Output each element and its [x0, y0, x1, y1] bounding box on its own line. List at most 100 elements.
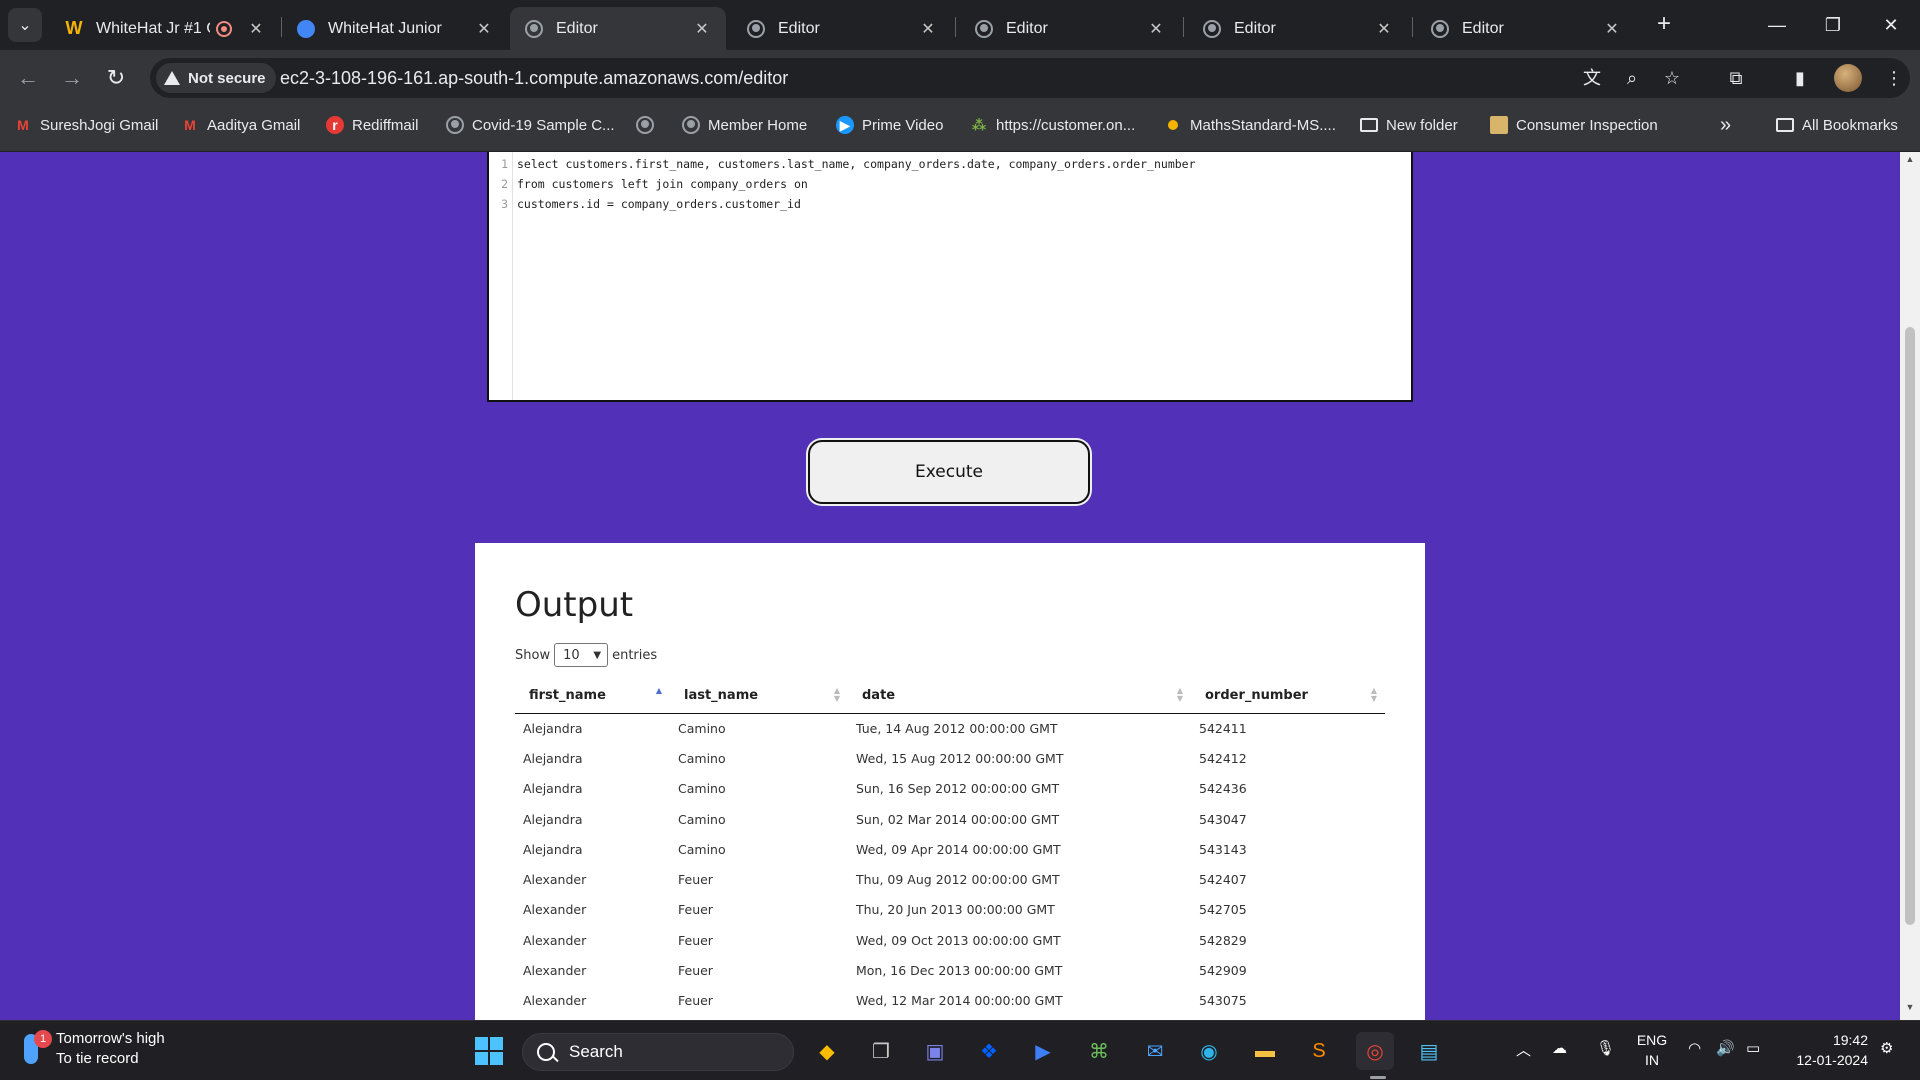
bookmark-rediffmail[interactable]: r Rediffmail	[326, 106, 418, 144]
reload-button[interactable]: ↻	[100, 62, 132, 94]
chrome-icon[interactable]: ◎	[1356, 1032, 1394, 1070]
battery-icon[interactable]: ▭	[1746, 1039, 1760, 1057]
side-panel-icon[interactable]: ▮	[1784, 62, 1816, 94]
volume-icon[interactable]: 🔊	[1716, 1039, 1735, 1057]
zoom-icon[interactable]: ⌕	[1618, 64, 1646, 92]
weather-widget[interactable]: 1 Tomorrow's high To tie record	[24, 1029, 165, 1069]
table-row[interactable]: Alejandra Camino Tue, 14 Aug 2012 00:00:00…	[515, 713, 1385, 743]
onedrive-icon[interactable]: ☁	[1552, 1039, 1567, 1057]
close-tab-icon[interactable]: ✕	[1374, 19, 1394, 39]
entries-select[interactable]: 10 ▼	[554, 643, 609, 667]
table-row[interactable]: Alexander Feuer Wed, 09 Oct 2013 00:00:00 …	[515, 925, 1385, 955]
scrollbar-thumb[interactable]	[1905, 327, 1915, 925]
sql-code-editor[interactable]: 1 2 3 select customers.first_name, custo…	[487, 152, 1413, 402]
minimize-button[interactable]: —	[1754, 8, 1800, 42]
close-tab-icon[interactable]: ✕	[692, 19, 712, 39]
close-tab-icon[interactable]: ✕	[918, 19, 938, 39]
tab-editor[interactable]: Editor ✕	[1416, 7, 1636, 50]
sublime-text-icon[interactable]: S	[1300, 1032, 1338, 1070]
language-indicator[interactable]: ENG IN	[1634, 1030, 1670, 1070]
bookmark-aaditya-gmail[interactable]: M Aaditya Gmail	[181, 106, 300, 144]
table-cell-first-name: Alejandra	[523, 750, 583, 766]
edge-icon[interactable]: ◉	[1190, 1032, 1228, 1070]
tab-editor[interactable]: Editor ✕	[1188, 7, 1408, 50]
scroll-up-arrow[interactable]: ▲	[1900, 154, 1920, 170]
tab-editor[interactable]: Editor ✕	[732, 7, 952, 50]
restore-button[interactable]: ❐	[1810, 8, 1856, 42]
all-bookmarks-button[interactable]: All Bookmarks	[1776, 106, 1898, 144]
code-line[interactable]: customers.id = company_orders.customer_i…	[517, 194, 1196, 214]
close-tab-icon[interactable]: ✕	[1146, 19, 1166, 39]
tab-whitehat-jr[interactable]: W WhiteHat Jr #1 C ✕	[50, 7, 280, 50]
bookmark-untitled[interactable]	[636, 106, 662, 144]
whitehat-favicon-icon: W	[65, 18, 83, 38]
bookmark-sureshjogi-gmail[interactable]: M SureshJogi Gmail	[14, 106, 158, 144]
back-button[interactable]: ←	[12, 62, 44, 94]
bookmark-new-folder[interactable]: New folder	[1360, 106, 1458, 144]
file-explorer-icon[interactable]: ▬	[1246, 1032, 1284, 1070]
tab-whitehat-junior[interactable]: WhiteHat Junior ✕	[282, 7, 508, 50]
column-header-last-name[interactable]: last_name ▲ ▼	[670, 679, 848, 714]
microphone-icon[interactable]: 🎙	[1596, 1039, 1615, 1057]
teams-icon[interactable]: ▣	[916, 1032, 954, 1070]
code-line[interactable]: from customers left join company_orders …	[517, 174, 1196, 194]
media-player-icon[interactable]: ▶	[1024, 1032, 1062, 1070]
wifi-icon[interactable]: ◠	[1688, 1039, 1701, 1057]
extensions-icon[interactable]: ⧉	[1720, 62, 1752, 94]
taskbar-search[interactable]: Search	[522, 1033, 794, 1071]
table-cell-last-name: Camino	[678, 781, 726, 797]
task-view-icon[interactable]: ❐	[862, 1032, 900, 1070]
dropbox-icon[interactable]: ❖	[970, 1032, 1008, 1070]
table-row[interactable]: Alejandra Camino Wed, 09 Apr 2014 00:00:00…	[515, 834, 1385, 864]
table-row[interactable]: Alexander Feuer Wed, 12 Mar 2014 00:00:00 …	[515, 986, 1385, 1016]
bookmark-maths-standard[interactable]: MathsStandard-MS....	[1164, 106, 1336, 144]
code-lines[interactable]: select customers.first_name, customers.l…	[517, 154, 1196, 214]
close-tab-icon[interactable]: ✕	[474, 19, 494, 39]
globe-icon	[974, 19, 994, 39]
execute-button[interactable]: Execute	[808, 440, 1090, 504]
show-hidden-icons[interactable]: ︿	[1516, 1039, 1531, 1060]
notification-center-icon[interactable]: ⚙	[1880, 1039, 1893, 1057]
bookmark-member-home[interactable]: Member Home	[682, 106, 807, 144]
code-line[interactable]: select customers.first_name, customers.l…	[517, 154, 1196, 174]
table-row[interactable]: Alejandra Camino Wed, 15 Aug 2012 00:00:00…	[515, 743, 1385, 773]
bookmark-prime-video[interactable]: ▶ Prime Video	[836, 106, 943, 144]
security-indicator[interactable]: Not secure	[156, 63, 276, 93]
profile-avatar[interactable]	[1834, 64, 1862, 92]
bookmark-consumer-inspection[interactable]: Consumer Inspection	[1490, 106, 1658, 144]
close-window-button[interactable]: ✕	[1868, 8, 1914, 42]
system-clock[interactable]: 19:42 12-01-2024	[1786, 1030, 1868, 1070]
bookmark-star-icon[interactable]: ☆	[1658, 64, 1686, 92]
start-button[interactable]	[470, 1032, 508, 1070]
page-scrollbar[interactable]: ▲ ▼	[1900, 152, 1920, 1020]
copilot-icon[interactable]: ◆	[808, 1032, 846, 1070]
bookmark-covid-sample[interactable]: Covid-19 Sample C...	[446, 106, 615, 144]
new-tab-button[interactable]: +	[1650, 10, 1678, 38]
column-header-date[interactable]: date ▲ ▼	[848, 679, 1191, 714]
notepad-icon[interactable]: ▤	[1410, 1032, 1448, 1070]
table-row[interactable]: Alejandra Camino Sun, 02 Mar 2014 00:00:00…	[515, 804, 1385, 834]
mail-icon[interactable]: ✉	[1136, 1032, 1174, 1070]
translate-icon[interactable]: 文	[1578, 64, 1606, 92]
table-cell-date: Mon, 16 Dec 2013 00:00:00 GMT	[856, 963, 1063, 979]
table-row[interactable]: Alexander Feuer Thu, 20 Jun 2013 00:00:00 …	[515, 895, 1385, 925]
tab-editor[interactable]: Editor ✕	[960, 7, 1180, 50]
table-row[interactable]: Alexander Feuer Mon, 16 Dec 2013 00:00:00 …	[515, 955, 1385, 985]
column-header-order-number[interactable]: order_number ▲ ▼	[1191, 679, 1385, 714]
close-tab-icon[interactable]: ✕	[246, 19, 266, 39]
app-icon[interactable]: ⌘	[1080, 1032, 1118, 1070]
table-cell-last-name: Feuer	[678, 932, 713, 948]
table-row[interactable]: Alejandra Camino Sun, 16 Sep 2012 00:00:00…	[515, 774, 1385, 804]
tab-search-button[interactable]: ⌄	[8, 8, 42, 42]
url-text[interactable]: ec2-3-108-196-161.ap-south-1.compute.ama…	[280, 58, 788, 98]
scroll-down-arrow[interactable]: ▼	[1900, 1002, 1920, 1018]
address-bar[interactable]: Not secure ec2-3-108-196-161.ap-south-1.…	[150, 58, 1910, 98]
column-header-first-name[interactable]: first_name ▲	[515, 679, 670, 714]
bookmark-customer-online[interactable]: ⁂ https://customer.on...	[970, 106, 1135, 144]
table-row[interactable]: Alexander Feuer Thu, 09 Aug 2012 00:00:00 …	[515, 864, 1385, 894]
tab-editor-active[interactable]: Editor ✕	[510, 7, 726, 50]
close-tab-icon[interactable]: ✕	[1602, 19, 1622, 39]
menu-icon[interactable]: ⋮	[1878, 62, 1910, 94]
bookmarks-overflow-button[interactable]: »	[1720, 106, 1731, 144]
forward-button[interactable]: →	[56, 62, 88, 94]
